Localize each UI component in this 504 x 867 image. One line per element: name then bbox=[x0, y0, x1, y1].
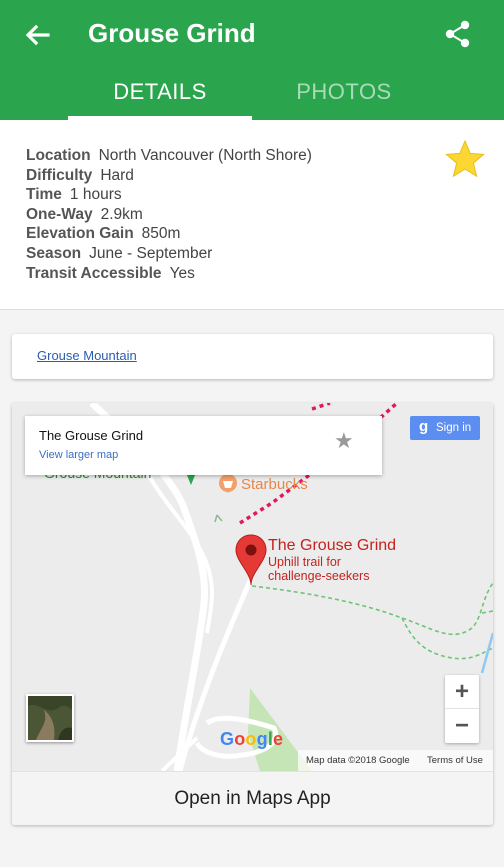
map-data-text: Map data ©2018 Google bbox=[306, 755, 410, 766]
zoom-out-button[interactable]: − bbox=[445, 709, 479, 743]
detail-row-elevation-gain: Elevation Gain 850m bbox=[26, 224, 312, 244]
arrow-back-icon[interactable] bbox=[22, 20, 52, 50]
terms-of-use-link[interactable]: Terms of Use bbox=[427, 750, 483, 771]
detail-value: 1 hours bbox=[69, 186, 122, 204]
detail-key: Elevation Gain bbox=[26, 225, 134, 243]
embedded-map[interactable]: Grouse Mountain Starbucks The Grouse Gri… bbox=[12, 403, 493, 771]
page-title: Grouse Grind bbox=[88, 18, 256, 48]
detail-key: Time bbox=[26, 186, 62, 204]
details-list: Location North Vancouver (North Shore) Di… bbox=[26, 146, 312, 283]
google-logo-letter: G bbox=[220, 729, 235, 749]
detail-key: One-Way bbox=[26, 205, 93, 223]
map-pin-icon[interactable] bbox=[234, 533, 268, 587]
grouse-mountain-link[interactable]: Grouse Mountain bbox=[37, 348, 137, 363]
google-logo-letter: g bbox=[256, 729, 268, 749]
detail-row-transit: Transit Accessible Yes bbox=[26, 264, 312, 284]
detail-row-time: Time 1 hours bbox=[26, 185, 312, 205]
zoom-in-button[interactable]: + bbox=[445, 675, 479, 709]
google-logo-letter: e bbox=[273, 729, 284, 749]
detail-value: 850m bbox=[141, 225, 181, 243]
detail-row-one-way: One-Way 2.9km bbox=[26, 205, 312, 225]
detail-value: North Vancouver (North Shore) bbox=[98, 147, 312, 164]
map-info-box: The Grouse Grind View larger map ★ bbox=[25, 416, 382, 475]
google-logo: Google bbox=[220, 729, 283, 750]
place-name: The Grouse Grind bbox=[39, 428, 144, 443]
location-link-card: Grouse Mountain bbox=[12, 334, 493, 379]
detail-key: Location bbox=[26, 147, 91, 164]
detail-row-location: Location North Vancouver (North Shore) bbox=[26, 146, 312, 166]
pin-label: The Grouse Grind Uphill trail for challe… bbox=[268, 537, 396, 583]
tab-photos[interactable]: PHOTOS bbox=[252, 66, 436, 120]
open-in-maps-button[interactable]: Open in Maps App bbox=[12, 771, 493, 825]
detail-value: Hard bbox=[100, 166, 134, 184]
share-icon[interactable] bbox=[442, 18, 474, 50]
detail-key: Transit Accessible bbox=[26, 264, 162, 282]
pin-label-line-1: Uphill trail for bbox=[268, 555, 341, 569]
detail-value: 2.9km bbox=[100, 205, 143, 223]
zoom-controls: + − bbox=[445, 675, 479, 743]
detail-key: Season bbox=[26, 244, 82, 262]
google-logo-letter: o bbox=[245, 729, 257, 749]
detail-key: Difficulty bbox=[26, 166, 93, 184]
app-bar: Grouse Grind DETAILS PHOTOS bbox=[0, 0, 504, 120]
star-icon[interactable] bbox=[445, 139, 485, 178]
map-attribution: Map data ©2018 Google Terms of Use bbox=[298, 750, 493, 771]
google-g-icon: g bbox=[419, 418, 429, 435]
tab-details[interactable]: DETAILS bbox=[68, 66, 252, 120]
sign-in-label: Sign in bbox=[436, 422, 472, 434]
detail-row-season: Season June - September bbox=[26, 244, 312, 264]
satellite-view-thumbnail[interactable] bbox=[26, 694, 74, 742]
view-larger-map-link[interactable]: View larger map bbox=[39, 449, 118, 461]
pin-label-title: The Grouse Grind bbox=[268, 537, 397, 554]
google-logo-letter: o bbox=[234, 729, 246, 749]
detail-value: Yes bbox=[169, 264, 195, 282]
starbucks-map-label: Starbucks bbox=[241, 476, 308, 493]
map-card: Grouse Mountain Starbucks The Grouse Gri… bbox=[12, 403, 493, 825]
trail-details-panel: Location North Vancouver (North Shore) Di… bbox=[0, 120, 504, 310]
sign-in-button[interactable]: g Sign in bbox=[410, 416, 480, 440]
detail-value: June - September bbox=[89, 244, 213, 262]
detail-row-difficulty: Difficulty Hard bbox=[26, 166, 312, 186]
star-outline-icon[interactable]: ★ bbox=[334, 430, 354, 452]
pin-label-line-2: challenge-seekers bbox=[268, 569, 370, 583]
